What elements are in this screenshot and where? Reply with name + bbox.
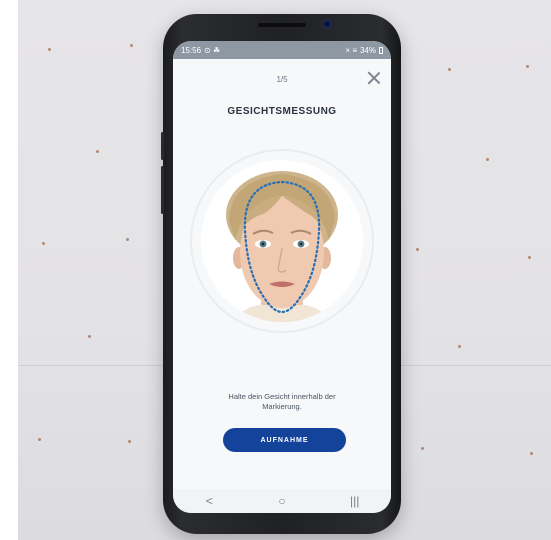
front-camera [323, 20, 331, 28]
wall-dot [448, 68, 451, 71]
status-bar: 15:56 ⊙ ☘ × ≡ 34% [173, 41, 391, 59]
instruction-line-1: Halte dein Gesicht innerhalb der [228, 392, 336, 401]
status-time: 15:56 [181, 45, 202, 55]
wall-dot [486, 158, 489, 161]
phone-screen: 15:56 ⊙ ☘ × ≡ 34% 1/5 GESICHTSMESSUNG Ha… [173, 41, 391, 513]
wall-dot [528, 256, 531, 259]
wall-dot [530, 452, 533, 455]
wall-dot [416, 248, 419, 251]
recents-icon[interactable]: ||| [340, 491, 370, 511]
wall-dot [42, 242, 45, 245]
battery-percentage: 34% [359, 45, 376, 55]
wall-dot [458, 345, 461, 348]
wall-dot [126, 238, 129, 241]
wall-dot [421, 447, 424, 450]
instruction-line-2: Markierung. [262, 402, 302, 411]
navigation-bar: < ○ ||| [173, 489, 391, 513]
wall-dot [128, 440, 131, 443]
phone-device: 15:56 ⊙ ☘ × ≡ 34% 1/5 GESICHTSMESSUNG Ha… [161, 14, 401, 534]
battery-icon [379, 46, 383, 54]
bixby-button [161, 166, 164, 214]
earpiece [258, 23, 306, 27]
face-photo [201, 160, 363, 322]
measurement-view: 1/5 GESICHTSMESSUNG Halte dein Gesicht i… [173, 59, 391, 489]
wall-dot [48, 48, 51, 51]
wall-dot [96, 150, 99, 153]
wall-dot [130, 44, 133, 47]
step-indicator: 1/5 [276, 75, 288, 84]
status-right-icons: × ≡ [345, 45, 357, 55]
status-left-icons: ⊙ ☘ [204, 45, 221, 55]
camera-preview [201, 160, 363, 322]
wall-dot [526, 65, 529, 68]
volume-button [161, 132, 164, 160]
wall-dot [88, 335, 91, 338]
back-icon[interactable]: < [194, 491, 224, 511]
wall-dot [38, 438, 41, 441]
close-icon[interactable] [367, 71, 381, 85]
home-icon[interactable]: ○ [267, 491, 297, 511]
instruction-text: Halte dein Gesicht innerhalb der Markier… [173, 392, 391, 412]
capture-button[interactable]: AUFNAHME [223, 428, 346, 452]
page-title: GESICHTSMESSUNG [227, 106, 337, 117]
